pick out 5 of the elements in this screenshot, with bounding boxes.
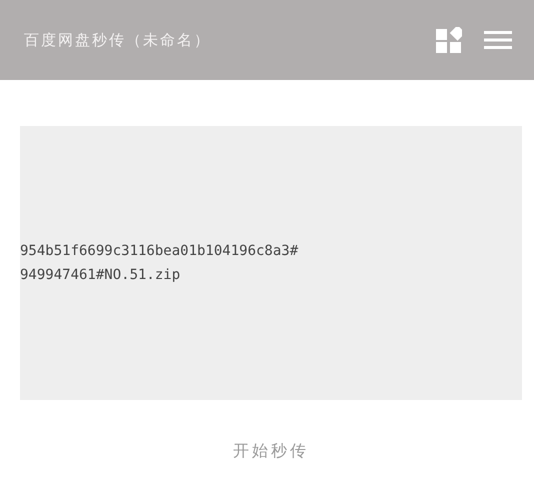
link-text: 954b51f6699c3116bea01b104196c8a3#949947461#NO.51.zip <box>20 242 300 285</box>
page-title: 百度网盘秒传（未命名） <box>24 30 212 50</box>
menu-icon[interactable] <box>484 30 512 50</box>
apps-icon[interactable] <box>436 27 462 53</box>
input-field[interactable]: 954b51f6699c3116bea01b104196c8a3#949947461#NO.51.zip <box>20 126 522 400</box>
